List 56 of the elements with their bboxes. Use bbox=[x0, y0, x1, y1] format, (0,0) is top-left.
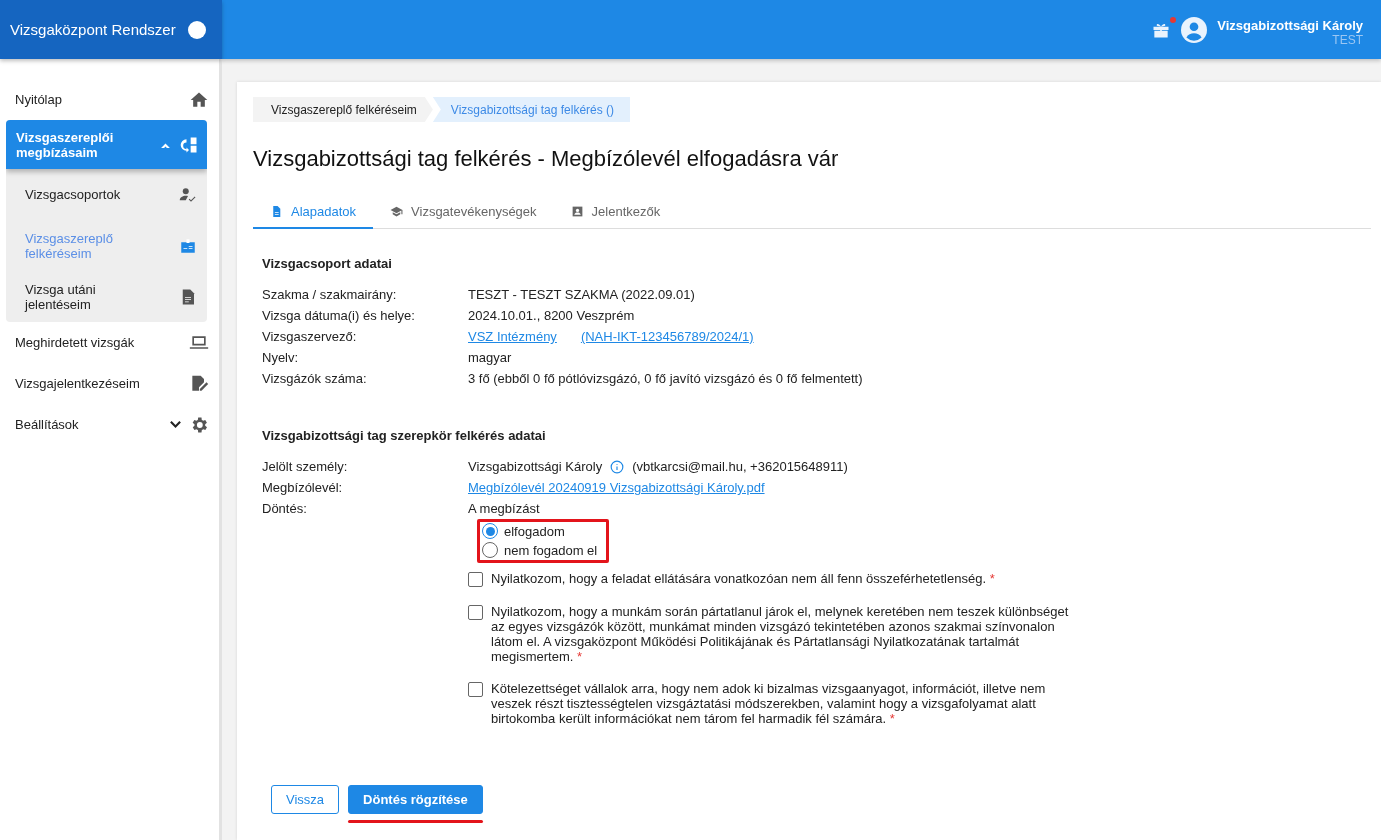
app-title: Vizsgaközpont Rendszer bbox=[10, 21, 176, 38]
page-title: Vizsgabizottsági tag felkérés - Megbízólevél elfogadásra vár bbox=[253, 146, 840, 172]
radio-label[interactable]: nem fogadom el bbox=[504, 542, 598, 558]
sidebar-item[interactable]: Vizsga utáni jelentéseim bbox=[6, 271, 207, 322]
toggle-icon[interactable] bbox=[187, 20, 206, 39]
document-icon bbox=[270, 204, 283, 218]
tab[interactable]: Alapadatok bbox=[253, 195, 374, 229]
field-value: TESZT - TESZT SZAKMA (2022.09.01) bbox=[468, 286, 696, 304]
field-value: magyar bbox=[468, 349, 513, 367]
sidebar-group-header[interactable]: Vizsgaszereplői megbízásaim bbox=[6, 120, 207, 169]
user-name[interactable]: Vizsgabizottsági Károly bbox=[1217, 18, 1363, 33]
avatar-icon[interactable] bbox=[1181, 16, 1208, 43]
field-value: A megbízást bbox=[468, 500, 541, 518]
graduation-cap-icon bbox=[390, 204, 404, 218]
field-label: Döntés: bbox=[262, 500, 308, 518]
field-value: 2024.10.01., 8200 Veszprém bbox=[468, 307, 636, 325]
field-label: Jelölt személy: bbox=[262, 458, 349, 476]
info-icon[interactable] bbox=[610, 459, 625, 474]
caret-icon[interactable] bbox=[170, 421, 181, 428]
sidebar-item[interactable]: Nyitólap bbox=[0, 79, 219, 120]
checkbox[interactable] bbox=[468, 605, 483, 620]
link[interactable]: (NAH-IKT-123456789/2024/1) bbox=[580, 326, 754, 347]
field-label: Nyelv: bbox=[262, 349, 300, 367]
person-check-icon bbox=[179, 185, 197, 204]
back-button[interactable]: Vissza bbox=[271, 785, 340, 814]
field-label: Vizsgaszervező: bbox=[262, 328, 358, 346]
radio-label[interactable]: elfogadom bbox=[504, 523, 565, 539]
link[interactable]: Megbízólevél 20240919 Vizsgabizottsági Károly.pdf bbox=[468, 477, 765, 498]
checkbox-label[interactable]: Nyilatkozom, hogy a feladat ellátására vonatkozóan nem áll fenn összeférhetetlenség. * bbox=[491, 571, 995, 587]
field-label: Vizsga dátuma(i) és helye: bbox=[262, 307, 416, 325]
tab[interactable]: Vizsgatevékenységek bbox=[373, 195, 554, 229]
sidebar-item[interactable]: Meghirdetett vizsgák bbox=[0, 322, 219, 363]
breadcrumb-item[interactable]: Vizsgaszereplő felkéréseim bbox=[253, 97, 433, 122]
person-name: Vizsgabizottsági Károly bbox=[468, 458, 603, 476]
checkbox-label[interactable]: Nyilatkozom, hogy a munkám során pártatlanul járok el, melynek keretében nem teszek különbséget az egyes vizsgázók között, munkámat minden vizsgázó tekintetében azonos szakmai színvonalon látom el. A vizsgaközpont Működési Politikájának és Pártatlansági Nyilatkozatának tartalmát megismertem. * bbox=[491, 604, 1078, 664]
id-badge-icon bbox=[179, 236, 197, 255]
field-label: Szakma / szakmairány: bbox=[262, 286, 398, 304]
section-heading: Vizsgacsoport adatai bbox=[262, 256, 393, 271]
tab[interactable]: Jelentkezők bbox=[553, 195, 678, 229]
sidebar-item[interactable]: Beállítások bbox=[0, 404, 219, 445]
contact-card-icon bbox=[570, 204, 584, 218]
sidebar-group-label: Vizsgaszereplői megbízásaim bbox=[16, 129, 115, 160]
link[interactable]: VSZ Intézmény bbox=[468, 326, 557, 347]
field-label: Vizsgázók száma: bbox=[262, 370, 368, 388]
signature-icon bbox=[189, 373, 209, 394]
submit-button[interactable]: Döntés rögzítése bbox=[348, 785, 483, 814]
sidebar-item[interactable]: Vizsgacsoportok bbox=[6, 169, 207, 220]
sidebar-item[interactable]: Vizsgajelentkezéseim bbox=[0, 363, 219, 404]
section-heading: Vizsgabizottsági tag szerepkör felkérés adatai bbox=[262, 428, 547, 443]
contact-info: (vbtkarcsi@mail.hu, +362015648911) bbox=[632, 458, 848, 476]
field-value: 3 fő (ebből 0 fő pótlóvizsgázó, 0 fő javító vizsgázó és 0 fő felmentett) bbox=[468, 370, 864, 388]
checkbox-label[interactable]: Kötelezettséget vállalok arra, hogy nem adok ki bizalmas vizsgaanyagot, információt, illetve nem veszek részt tisztességtelen vizsgáztatási módszerekben, valamint hogy a vizsgafolyamat alatt birtokomba került információkat nem tárom fel harmadik fél számára. * bbox=[491, 681, 1078, 726]
field-label: Megbízólevél: bbox=[262, 479, 344, 497]
checkbox[interactable] bbox=[468, 572, 483, 587]
checkbox[interactable] bbox=[468, 682, 483, 697]
user-role: TEST bbox=[1332, 33, 1363, 47]
